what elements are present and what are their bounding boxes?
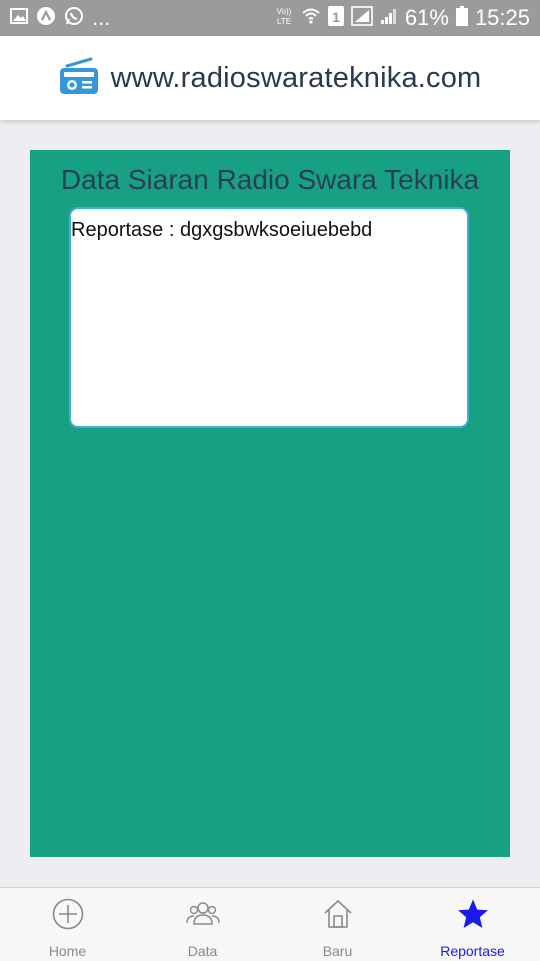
signal-2-icon	[380, 7, 398, 30]
nav-label-data: Data	[187, 943, 218, 959]
status-bar: ... Vo)) LTE 1 61% 15:25	[0, 0, 540, 36]
gallery-icon	[10, 7, 28, 29]
battery-icon	[455, 5, 468, 31]
nav-item-data[interactable]: Data	[135, 888, 270, 961]
users-icon	[185, 898, 220, 935]
content-card: Data Siaran Radio Swara Teknika Reportas…	[30, 150, 510, 857]
clock: 15:25	[474, 5, 530, 30]
nav-item-reportase[interactable]: Reportase	[405, 888, 540, 961]
nav-item-baru[interactable]: Baru	[270, 888, 405, 961]
wifi-icon	[301, 7, 321, 30]
svg-text:LTE: LTE	[277, 17, 291, 26]
nav-label-home: Home	[48, 943, 87, 959]
app-icon	[36, 6, 56, 31]
radio-icon	[59, 57, 99, 100]
nav-label-baru: Baru	[322, 943, 353, 959]
star-icon	[457, 898, 489, 935]
svg-text:1: 1	[332, 9, 340, 25]
nav-item-home[interactable]: Home	[0, 888, 135, 961]
bottom-nav: Home Data Baru Reportase	[0, 887, 540, 961]
more-notifications: ...	[92, 5, 111, 30]
signal-icon	[351, 5, 373, 31]
whatsapp-icon	[64, 6, 84, 31]
battery-percent: 61%	[404, 5, 449, 30]
sim-icon: 1	[327, 5, 344, 31]
nav-label-reportase: Reportase	[440, 943, 505, 959]
app-header: www.radioswarateknika.com	[0, 36, 540, 120]
report-text: Reportase : dgxgsbwksoeiuebebd	[71, 219, 373, 241]
site-title: www.radioswarateknika.com	[110, 61, 482, 94]
report-box[interactable]: Reportase : dgxgsbwksoeiuebebd	[69, 207, 469, 428]
page-title: Data Siaran Radio Swara Teknika	[60, 164, 480, 195]
plus-circle-icon	[52, 898, 84, 935]
svg-text:Vo)): Vo))	[277, 7, 292, 16]
volte-icon: Vo)) LTE	[274, 5, 294, 32]
home-icon	[322, 898, 354, 935]
